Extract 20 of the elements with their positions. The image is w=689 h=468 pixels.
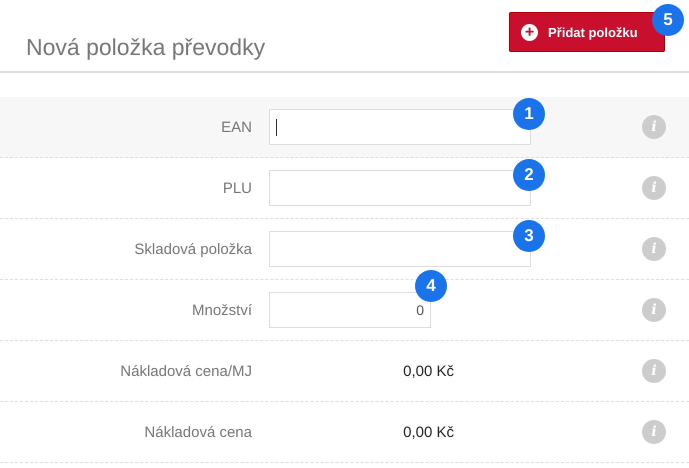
number-badge: 3 (513, 220, 545, 252)
plus-icon: + (521, 24, 538, 40)
input-field[interactable]: 0 (269, 292, 431, 328)
add-item-button[interactable]: + Přidat položku (509, 12, 665, 52)
input-field[interactable] (269, 170, 531, 206)
field-value: 0,00 Kč (402, 424, 454, 440)
field-label: EAN (220, 118, 252, 136)
number-badge: 1 (513, 98, 545, 130)
input-field[interactable] (269, 231, 531, 267)
number-badge: 5 (652, 4, 684, 36)
field-label: Množství (190, 302, 252, 318)
field-label: Skladová položka (133, 240, 252, 258)
field-label: Nákladová cena (143, 424, 252, 440)
page-title: Nová položka převodky (26, 34, 266, 61)
text-cursor (276, 119, 277, 136)
field-label: PLU (222, 180, 252, 196)
number-badge: 4 (415, 270, 447, 302)
number-badge: 2 (513, 159, 545, 191)
field-label: Nákladová cena/MJ (119, 362, 252, 380)
field-value: 0,00 Kč (402, 362, 454, 380)
